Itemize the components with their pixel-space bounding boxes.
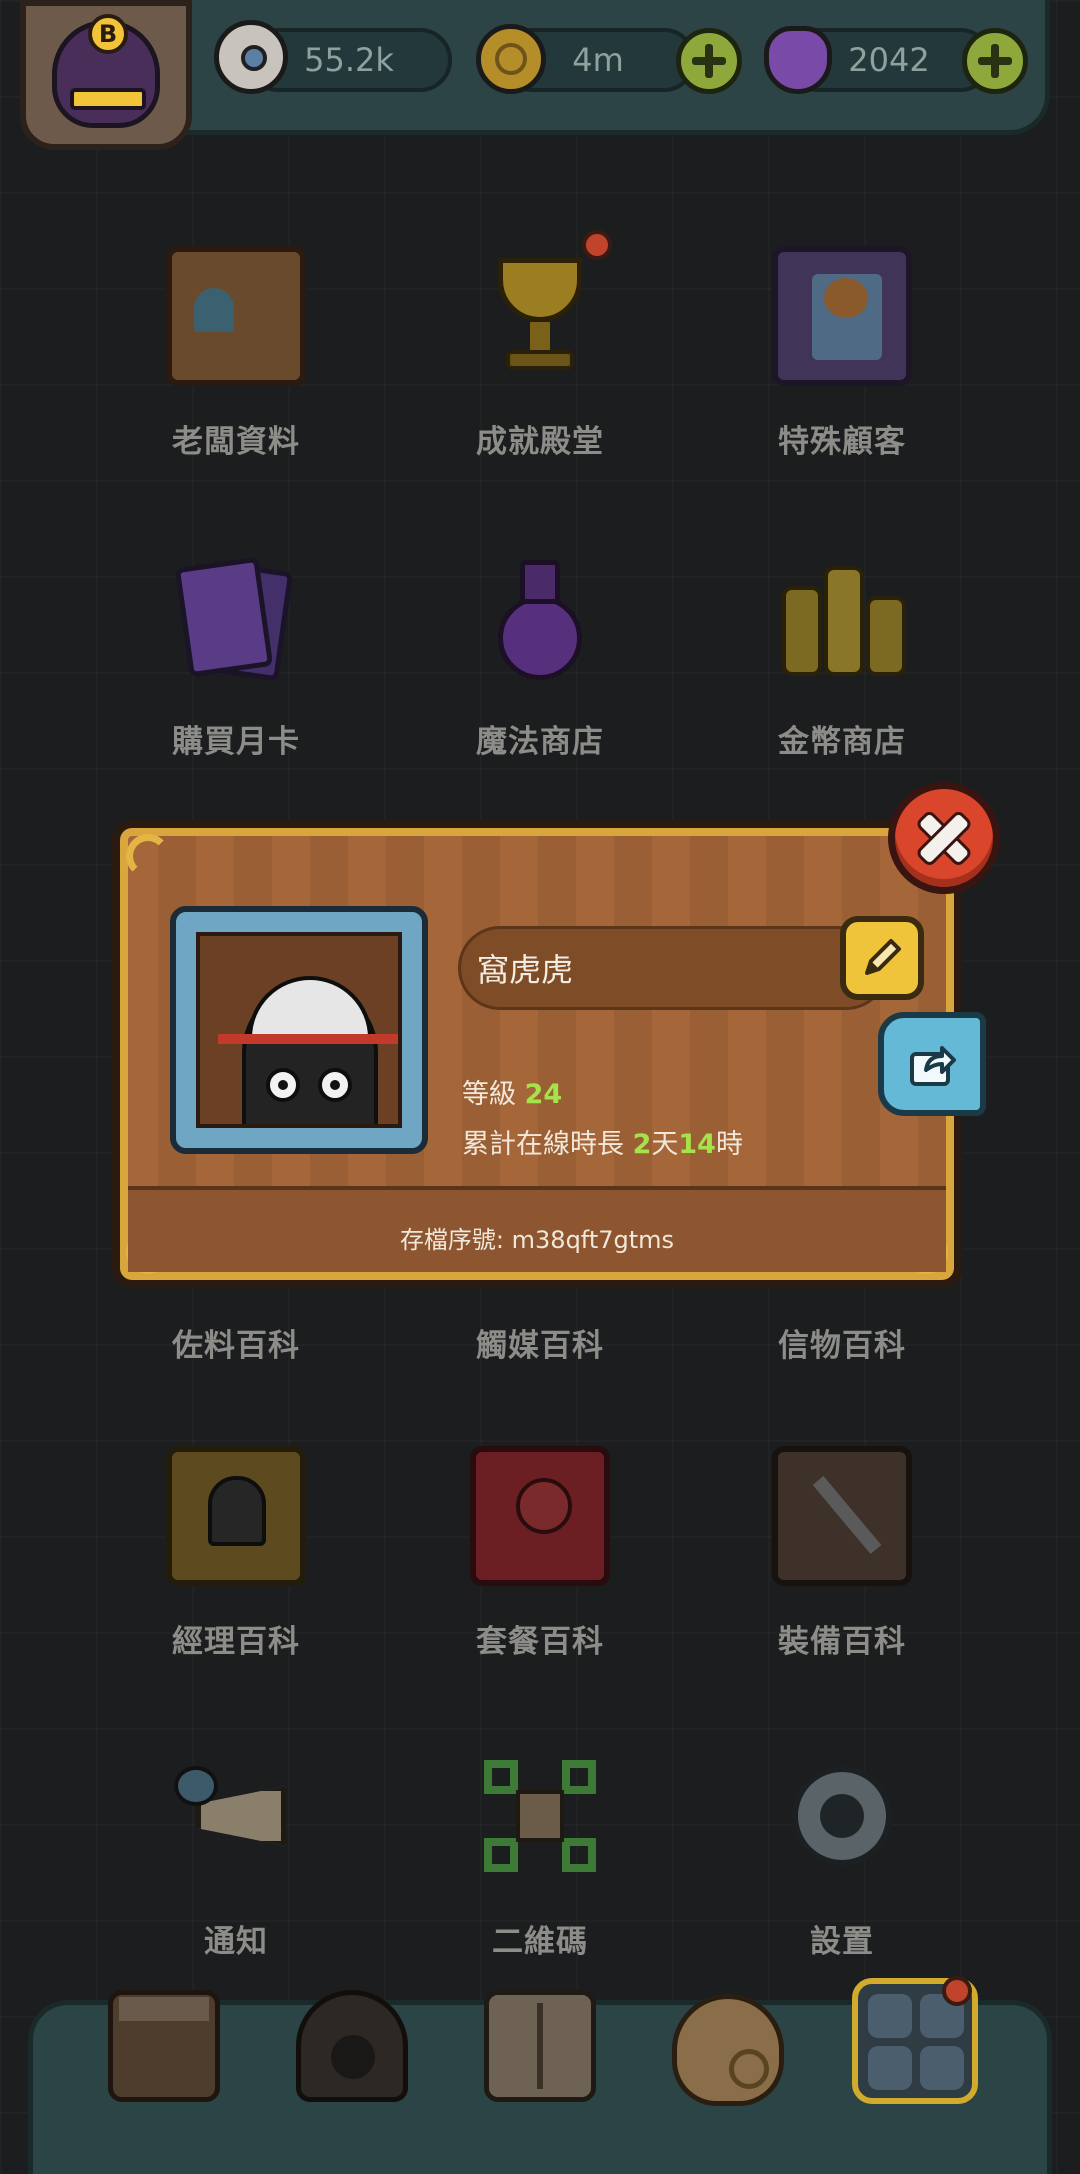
hours-unit: 時 (715, 1129, 743, 1160)
money-bag-icon (729, 2049, 769, 2089)
online-hours: 14 (678, 1129, 716, 1160)
player-name-field: 窩虎虎 (458, 926, 888, 1010)
menu-item-special-customers[interactable]: 特殊顧客 (692, 246, 992, 476)
shop-building-icon (119, 1997, 209, 2021)
nav-money-bag[interactable] (672, 1994, 784, 2106)
meal-set-book-icon (470, 1446, 610, 1586)
gold-coin-icon (476, 24, 546, 94)
coin-count: 4m (572, 41, 624, 79)
close-dialog-button[interactable] (888, 782, 1000, 894)
menu-label: 購買月卡 (172, 724, 300, 760)
player-avatar-badge[interactable]: B (20, 0, 192, 150)
potion-count: 2042 (848, 41, 930, 79)
nav-encyclopedia[interactable] (484, 1990, 596, 2102)
days-unit: 天 (651, 1129, 679, 1160)
profile-dialog: 窩虎虎 等級 24 累計在線時長 2天14時 存檔序號: m38qft7gtms (112, 820, 962, 1288)
menu-label: 觸媒百科 (476, 1328, 604, 1364)
menu-item-boss-profile[interactable]: 老闆資料 (86, 246, 386, 476)
avatar-letter-badge: B (88, 14, 128, 54)
menu-item-settings[interactable]: 設置 (692, 1746, 992, 1976)
add-potions-button[interactable] (962, 28, 1028, 94)
add-coins-button[interactable] (676, 28, 742, 94)
menu-item-notifications[interactable]: 通知 (86, 1746, 386, 1976)
menu-item-meal-encyclopedia[interactable]: 套餐百科 (390, 1446, 690, 1676)
menu-item-magic-shop[interactable]: 魔法商店 (390, 546, 690, 776)
equipment-book-icon (772, 1446, 912, 1586)
megaphone-icon (166, 1746, 306, 1886)
menu-label: 套餐百科 (476, 1624, 604, 1660)
menu-item-qr-code[interactable]: 二維碼 (390, 1746, 690, 1976)
menu-item-manager-encyclopedia[interactable]: 經理百科 (86, 1446, 386, 1676)
menu-label: 魔法商店 (476, 724, 604, 760)
menu-label: 佐料百科 (172, 1328, 300, 1364)
potion-flask-icon (764, 26, 832, 94)
player-name: 窩虎虎 (477, 951, 574, 989)
level-label: 等級 (462, 1079, 516, 1110)
edit-name-button[interactable] (840, 916, 924, 1000)
menu-label: 裝備百科 (778, 1624, 906, 1660)
menu-item-achievements[interactable]: 成就殿堂 (390, 230, 690, 476)
share-icon (910, 1046, 956, 1086)
menu-item-monthly-card[interactable]: 購買月卡 (86, 546, 386, 776)
nav-shop-building[interactable] (108, 1990, 220, 2102)
eyeball-count: 55.2k (304, 41, 394, 79)
online-days: 2 (632, 1129, 652, 1160)
menu-label: 特殊顧客 (778, 424, 906, 460)
menu-label: 信物百科 (778, 1328, 906, 1364)
menu-label: 經理百科 (172, 1624, 300, 1660)
notification-dot (582, 230, 612, 260)
open-book-icon (537, 2003, 543, 2089)
nav-dungeon[interactable] (296, 1990, 408, 2102)
pencil-icon (865, 939, 901, 975)
manager-book-icon (166, 1446, 306, 1586)
menu-label: 設置 (810, 1924, 874, 1960)
level-value: 24 (524, 1079, 563, 1110)
nav-notification-dot (942, 1976, 972, 2006)
gear-icon (772, 1746, 912, 1886)
menu-label: 二維碼 (492, 1924, 588, 1960)
dialog-corner-ornament (126, 834, 170, 878)
character-portrait (196, 932, 402, 1128)
character-cap (248, 976, 372, 1038)
character-eye (318, 1068, 352, 1102)
dungeon-monster-icon (331, 2035, 375, 2079)
level-stat: 等級 24 (462, 1072, 562, 1111)
save-id-text: 存檔序號: m38qft7gtms (399, 1226, 675, 1254)
special-customer-portrait-icon (772, 246, 912, 386)
boss-profile-card-icon (166, 246, 306, 386)
menu-label: 通知 (204, 1924, 268, 1960)
menu-item-equipment-encyclopedia[interactable]: 裝備百科 (692, 1446, 992, 1676)
magic-potion-shop-icon (470, 546, 610, 686)
qr-code-icon (470, 1746, 610, 1886)
online-time-stat: 累計在線時長 2天14時 (462, 1122, 743, 1161)
menu-label: 成就殿堂 (476, 424, 604, 460)
monthly-card-icon (166, 546, 306, 686)
menu-label: 老闆資料 (172, 424, 300, 460)
gold-coin-shop-icon (772, 546, 912, 686)
online-time-label: 累計在線時長 (462, 1129, 624, 1160)
eyeball-icon (214, 20, 288, 94)
menu-label: 金幣商店 (778, 724, 906, 760)
menu-item-gold-shop[interactable]: 金幣商店 (692, 546, 992, 776)
share-button[interactable] (878, 1012, 986, 1116)
avatar-teeth (70, 88, 146, 110)
trophy-icon (470, 246, 610, 386)
character-eye (266, 1068, 300, 1102)
character-portrait-frame (170, 906, 428, 1154)
character-headband (218, 1034, 398, 1044)
